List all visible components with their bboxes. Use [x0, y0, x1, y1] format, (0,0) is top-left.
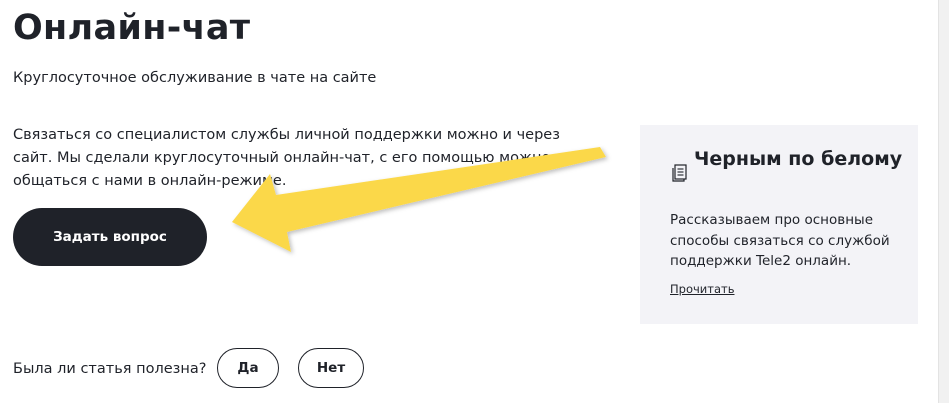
card-title: Черным по белому — [694, 148, 903, 170]
read-link[interactable]: Прочитать — [670, 281, 734, 297]
page-title: Онлайн-чат — [13, 8, 251, 48]
page-subtitle: Круглосуточное обслуживание в чате на са… — [13, 70, 377, 86]
body-text: Связаться со специалистом службы личной … — [13, 127, 560, 189]
feedback-question: Была ли статья полезна? — [13, 361, 207, 377]
info-card[interactable]: Черным по белому Рассказываем про основн… — [640, 125, 918, 324]
ask-question-button[interactable]: Задать вопрос — [13, 208, 207, 266]
card-text: Рассказываем про основные способы связат… — [670, 212, 890, 269]
feedback-no-button[interactable]: Нет — [298, 348, 364, 388]
document-icon — [670, 163, 690, 183]
scrollbar[interactable] — [938, 0, 949, 403]
feedback-yes-button[interactable]: Да — [217, 348, 279, 388]
